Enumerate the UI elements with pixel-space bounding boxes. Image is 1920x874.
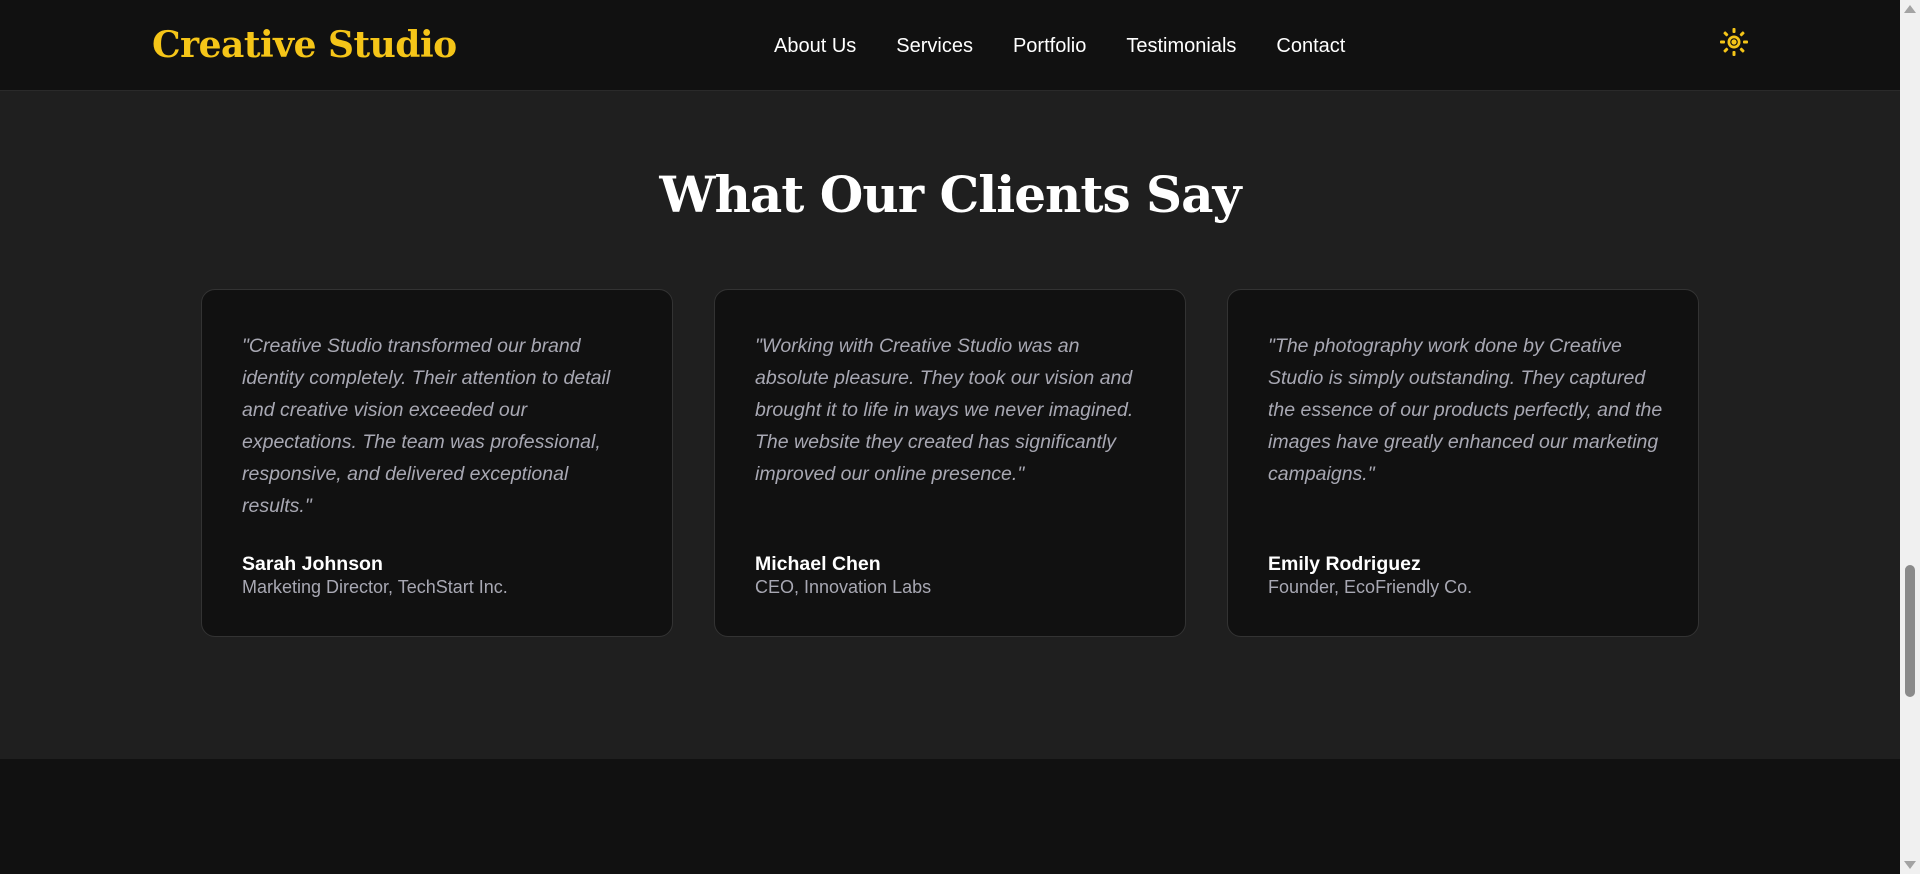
- testimonial-author: Michael Chen CEO, Innovation Labs: [755, 552, 1155, 598]
- main-nav: About Us Services Portfolio Testimonials…: [774, 32, 1345, 60]
- scrollbar-thumb[interactable]: [1905, 565, 1915, 697]
- author-name: Michael Chen: [755, 553, 881, 575]
- author-role: Marketing Director, TechStart Inc.: [242, 577, 508, 597]
- author-role: CEO, Innovation Labs: [755, 577, 932, 597]
- nav-link-testimonials[interactable]: Testimonials: [1126, 32, 1236, 60]
- scroll-down-arrow-icon[interactable]: [1904, 861, 1916, 869]
- footer-section: [0, 759, 1900, 874]
- theme-toggle-button[interactable]: [1718, 26, 1750, 58]
- site-header: Creative Studio About Us Services Portfo…: [0, 2, 1900, 91]
- author-name: Emily Rodriguez: [1268, 553, 1421, 575]
- nav-link-about-us[interactable]: About Us: [774, 32, 856, 60]
- scroll-up-arrow-icon[interactable]: [1904, 5, 1916, 13]
- logo[interactable]: Creative Studio: [152, 24, 457, 66]
- sun-icon: [1720, 28, 1748, 56]
- testimonials-section: What Our Clients Say "Creative Studio tr…: [0, 91, 1900, 759]
- testimonial-author: Emily Rodriguez Founder, EcoFriendly Co.: [1268, 552, 1668, 598]
- testimonial-quote: "Working with Creative Studio was an abs…: [755, 335, 1134, 485]
- testimonial-card: "Working with Creative Studio was an abs…: [714, 289, 1186, 637]
- section-title: What Our Clients Say: [659, 165, 1241, 224]
- testimonial-card: "The photography work done by Creative S…: [1227, 289, 1699, 637]
- author-name: Sarah Johnson: [242, 553, 383, 575]
- vertical-scrollbar[interactable]: [1900, 0, 1920, 874]
- nav-link-contact[interactable]: Contact: [1276, 32, 1345, 60]
- testimonial-card: "Creative Studio transformed our brand i…: [201, 289, 673, 637]
- testimonial-quote: "The photography work done by Creative S…: [1268, 335, 1663, 485]
- nav-link-portfolio[interactable]: Portfolio: [1013, 32, 1086, 60]
- testimonial-quote: "Creative Studio transformed our brand i…: [242, 335, 611, 517]
- author-role: Founder, EcoFriendly Co.: [1268, 577, 1473, 597]
- page: Creative Studio About Us Services Portfo…: [0, 0, 1900, 874]
- testimonial-author: Sarah Johnson Marketing Director, TechSt…: [242, 552, 642, 598]
- nav-link-services[interactable]: Services: [896, 32, 973, 60]
